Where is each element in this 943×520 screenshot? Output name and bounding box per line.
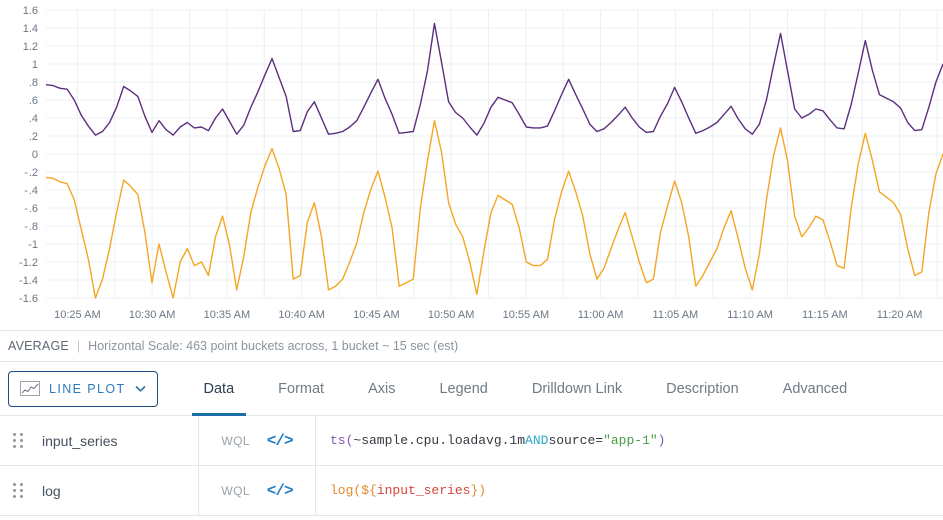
tab-label: Legend (439, 380, 488, 397)
horizontal-gridlines (46, 9, 943, 299)
y-axis-tick: -1.4 (19, 275, 38, 287)
query-token: ts( (330, 433, 354, 448)
query-token: "app-1" (603, 433, 658, 448)
x-axis-tick: 10:50 AM (428, 309, 474, 321)
code-editor-icon[interactable]: </> (267, 432, 294, 450)
tab-list: Data Format Axis Legend Drilldown Link Descri… (182, 362, 870, 416)
query-token: ) (478, 483, 487, 498)
query-row: input_series WQL </> ts(~sample.cpu.loadavg… (0, 416, 943, 466)
query-token: source= (548, 433, 604, 448)
y-axis-tick: 1.4 (23, 23, 38, 35)
plot-type-label: LINE PLOT (49, 381, 126, 396)
y-axis-tick-labels: 1.6 1.4 1.2 1 .8 .6 .4 .2 0 - .2 - .4 - .6 - .8 -1 -1… (19, 5, 38, 305)
y-axis-tick: -1 (28, 239, 38, 251)
chart-status-bar: AVERAGE | Horizontal Scale: 463 point bu… (0, 330, 943, 362)
tab-format[interactable]: Format (256, 362, 346, 416)
chart-canvas[interactable]: 1.6 1.4 1.2 1 .8 .6 .4 .2 0 - .2 - .4 - .6 - .8 -1 -1… (0, 0, 943, 330)
query-row: log WQL </> log(${input_series}) (0, 466, 943, 516)
tab-advanced[interactable]: Advanced (761, 362, 870, 416)
tab-drilldown-link[interactable]: Drilldown Link (510, 362, 644, 416)
y-axis-tick: - .2 (24, 167, 38, 179)
query-token: AND (525, 433, 549, 448)
drag-handle-icon[interactable] (13, 483, 25, 498)
x-axis-tick: 11:15 AM (802, 309, 848, 321)
y-axis-tick: 1 (32, 59, 38, 71)
y-axis-tick: .4 (29, 113, 38, 125)
query-token: ~sample.cpu.loadavg.1m (353, 433, 526, 448)
y-axis-tick: .6 (29, 95, 38, 107)
tab-label: Axis (368, 380, 396, 397)
tab-label: Description (666, 380, 739, 397)
x-axis-tick: 10:30 AM (129, 309, 175, 321)
x-axis-tick: 10:45 AM (353, 309, 399, 321)
query-name-cell: input_series (0, 416, 199, 465)
aggregation-label: AVERAGE (8, 339, 69, 353)
y-axis-tick: - .8 (24, 221, 38, 233)
tab-description[interactable]: Description (644, 362, 761, 416)
chart-editor-panel: 1.6 1.4 1.2 1 .8 .6 .4 .2 0 - .2 - .4 - .6 - .8 -1 -1… (0, 0, 943, 520)
y-axis-tick: -1.2 (19, 257, 38, 269)
plot-type-selector[interactable]: LINE PLOT (8, 370, 158, 407)
editor-tab-bar: LINE PLOT Data Format Axis Legend Drilldown … (0, 362, 943, 416)
query-token: } (470, 483, 479, 498)
tab-legend[interactable]: Legend (417, 362, 509, 416)
query-language-cell: WQL </> (199, 466, 316, 515)
drag-handle-icon[interactable] (13, 433, 25, 448)
line-chart[interactable]: 1.6 1.4 1.2 1 .8 .6 .4 .2 0 - .2 - .4 - .6 - .8 -1 -1… (0, 0, 943, 330)
series-line-log (45, 120, 943, 299)
query-token: input_series (376, 483, 471, 498)
code-editor-icon[interactable]: </> (267, 482, 294, 500)
tab-label: Format (278, 380, 325, 397)
x-axis-tick: 11:00 AM (578, 309, 624, 321)
tab-data[interactable]: Data (182, 362, 257, 416)
y-axis-tick: 1.2 (23, 41, 38, 53)
tab-axis[interactable]: Axis (346, 362, 417, 416)
y-axis-tick: .2 (29, 131, 38, 143)
query-expression-input[interactable]: log(${input_series}) (316, 466, 943, 515)
x-axis-tick: 10:40 AM (278, 309, 324, 321)
chevron-down-icon (134, 385, 146, 392)
query-language-cell: WQL </> (199, 416, 316, 465)
query-token: ${ (361, 483, 377, 498)
y-axis-tick: - .6 (24, 203, 38, 215)
x-axis-tick: 10:35 AM (204, 309, 250, 321)
x-axis-tick: 11:10 AM (727, 309, 773, 321)
y-axis-tick: 0 (32, 149, 38, 161)
tab-label: Advanced (782, 380, 848, 397)
tab-label: Data (203, 380, 235, 397)
x-axis-tick: 10:55 AM (503, 309, 549, 321)
query-expression-input[interactable]: ts(~sample.cpu.loadavg.1m AND source= "ap… (316, 416, 943, 465)
query-name-input[interactable]: input_series (42, 433, 118, 449)
query-name-input[interactable]: log (42, 483, 61, 499)
x-axis-tick: 10:25 AM (54, 309, 100, 321)
y-axis-tick: - .4 (24, 185, 38, 197)
x-axis-tick-labels: 10:25 AM 10:30 AM 10:35 AM 10:40 AM 10:45 AM… (54, 309, 922, 321)
tab-label: Drilldown Link (531, 380, 623, 397)
query-name-cell: log (0, 466, 199, 515)
y-axis-tick: .8 (28, 77, 38, 89)
x-axis-tick: 11:20 AM (877, 309, 923, 321)
query-language-toggle[interactable]: WQL (221, 434, 250, 448)
query-list: input_series WQL </> ts(~sample.cpu.loadavg… (0, 416, 943, 516)
query-token: log( (330, 483, 362, 498)
status-separator: | (76, 339, 81, 353)
query-language-toggle[interactable]: WQL (221, 484, 250, 498)
y-axis-tick: -1.6 (19, 293, 38, 305)
y-axis-tick: 1.6 (23, 5, 38, 17)
horizontal-scale-text: Horizontal Scale: 463 point buckets acro… (88, 339, 459, 353)
x-axis-tick: 11:05 AM (653, 309, 699, 321)
query-token: ) (657, 433, 666, 448)
line-chart-icon (20, 381, 40, 396)
